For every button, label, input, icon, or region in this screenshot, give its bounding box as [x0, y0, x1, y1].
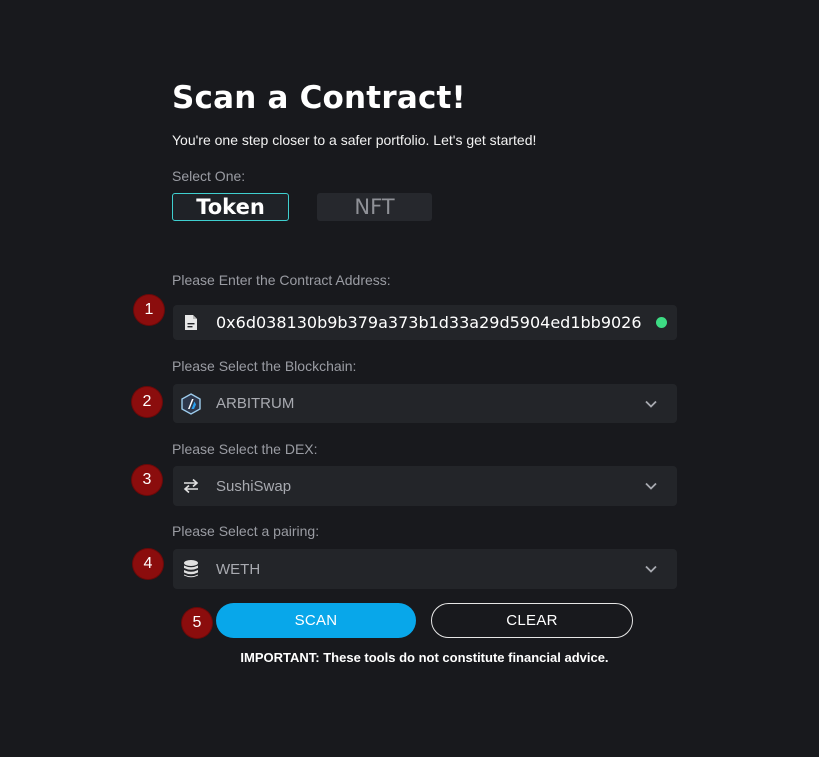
disclaimer-text: IMPORTANT: These tools do not constitute… [240, 650, 609, 665]
step-badge-4: 4 [133, 549, 163, 579]
blockchain-select[interactable]: ARBITRUM [173, 384, 677, 423]
pairing-value: WETH [216, 560, 261, 578]
chevron-down-icon [645, 400, 657, 408]
database-icon [181, 559, 201, 579]
dex-label: Please Select the DEX: [172, 441, 318, 457]
swap-arrows-icon [181, 476, 201, 496]
dex-value: SushiSwap [216, 477, 292, 495]
arbitrum-logo-icon [181, 392, 201, 415]
clear-button[interactable]: CLEAR [431, 603, 633, 638]
step-badge-2: 2 [132, 387, 162, 417]
document-icon [181, 313, 201, 333]
page-subtitle: You're one step closer to a safer portfo… [172, 132, 537, 148]
blockchain-value: ARBITRUM [216, 395, 295, 412]
contract-address-input[interactable] [216, 305, 646, 340]
type-selector-label: Select One: [172, 168, 246, 184]
step-badge-1: 1 [134, 295, 164, 325]
chevron-down-icon [645, 565, 657, 573]
step-badge-5: 5 [182, 608, 212, 638]
step-badge-3: 3 [132, 465, 162, 495]
pairing-label: Please Select a pairing: [172, 523, 320, 539]
blockchain-label: Please Select the Blockchain: [172, 358, 357, 374]
token-toggle[interactable]: Token [172, 193, 289, 221]
contract-address-label: Please Enter the Contract Address: [172, 272, 391, 288]
scan-button[interactable]: SCAN [216, 603, 416, 638]
contract-address-field[interactable] [173, 305, 677, 340]
nft-toggle[interactable]: NFT [317, 193, 432, 221]
valid-check-icon [656, 317, 667, 328]
pairing-select[interactable]: WETH [173, 549, 677, 589]
dex-select[interactable]: SushiSwap [173, 466, 677, 506]
chevron-down-icon [645, 482, 657, 490]
page-title: Scan a Contract! [172, 80, 466, 116]
